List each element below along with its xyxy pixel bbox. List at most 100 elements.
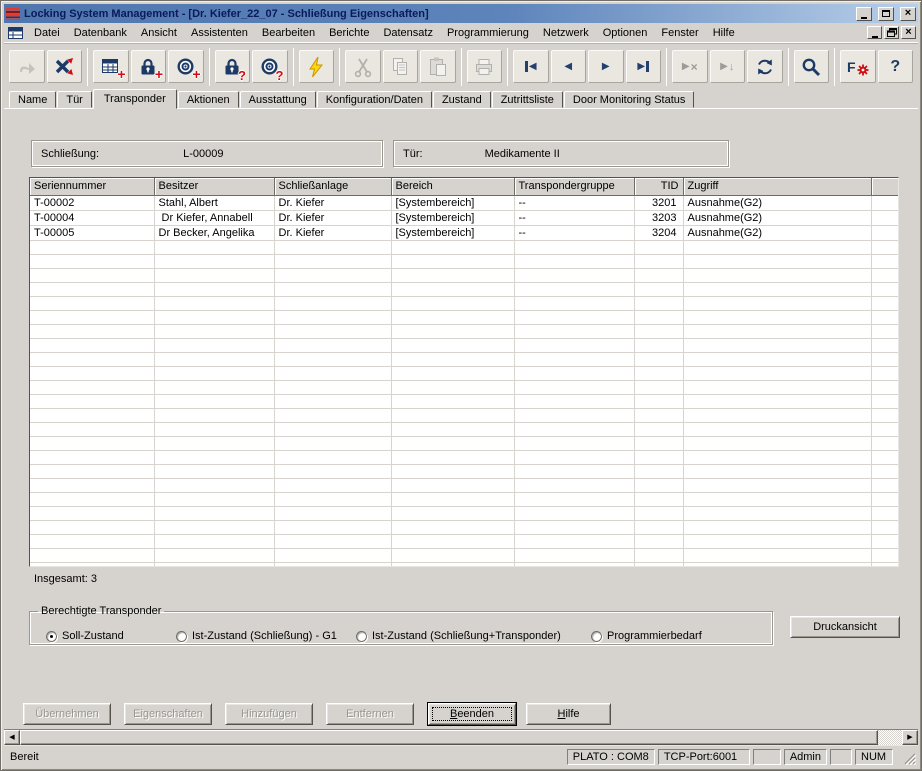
table-empty-row[interactable] bbox=[30, 450, 898, 464]
menu-assistenten[interactable]: Assistenten bbox=[184, 25, 255, 41]
table-cell[interactable] bbox=[30, 534, 154, 548]
table-empty-row[interactable] bbox=[30, 240, 898, 254]
table-cell[interactable]: Dr Kiefer, Annabell bbox=[154, 210, 274, 225]
table-empty-row[interactable] bbox=[30, 352, 898, 366]
table-cell[interactable] bbox=[683, 450, 871, 464]
table-cell[interactable] bbox=[634, 296, 683, 310]
table-cell[interactable]: Ausnahme(G2) bbox=[683, 225, 871, 240]
table-cell[interactable]: T-00002 bbox=[30, 195, 154, 210]
table-cell[interactable] bbox=[274, 352, 391, 366]
table-cell[interactable] bbox=[683, 422, 871, 436]
table-cell[interactable] bbox=[154, 282, 274, 296]
scrollbar-thumb[interactable] bbox=[20, 730, 878, 745]
toolbar-undo[interactable] bbox=[9, 50, 45, 83]
table-cell[interactable] bbox=[30, 562, 154, 567]
table-cell[interactable] bbox=[391, 254, 514, 268]
table-cell[interactable] bbox=[274, 408, 391, 422]
table-row[interactable]: T-00002Stahl, AlbertDr. Kiefer[Systember… bbox=[30, 195, 898, 210]
table-cell[interactable] bbox=[154, 422, 274, 436]
table-cell[interactable] bbox=[391, 338, 514, 352]
table-cell[interactable] bbox=[391, 296, 514, 310]
tab-transponder[interactable]: Transponder bbox=[93, 89, 177, 109]
table-cell[interactable]: [Systembereich] bbox=[391, 195, 514, 210]
table-cell[interactable] bbox=[683, 394, 871, 408]
toolbar-copy[interactable] bbox=[383, 50, 419, 83]
table-cell[interactable]: 3204 bbox=[634, 225, 683, 240]
col-zugriff[interactable]: Zugriff bbox=[683, 178, 871, 195]
toolbar-help[interactable]: ? bbox=[878, 50, 914, 83]
radio-ist-zustand-transponder[interactable]: Ist-Zustand (Schließung+Transponder) bbox=[356, 630, 561, 642]
table-cell[interactable] bbox=[871, 338, 898, 352]
table-cell[interactable] bbox=[634, 394, 683, 408]
tab-tuer[interactable]: Tür bbox=[57, 91, 92, 108]
table-cell[interactable] bbox=[274, 268, 391, 282]
table-cell[interactable] bbox=[154, 534, 274, 548]
toolbar-print[interactable] bbox=[467, 50, 503, 83]
table-cell[interactable] bbox=[30, 520, 154, 534]
scroll-left-button[interactable]: ◀ bbox=[4, 730, 20, 745]
table-cell[interactable] bbox=[391, 520, 514, 534]
table-cell[interactable] bbox=[514, 240, 634, 254]
table-cell[interactable] bbox=[683, 282, 871, 296]
table-empty-row[interactable] bbox=[30, 324, 898, 338]
table-empty-row[interactable] bbox=[30, 408, 898, 422]
table-cell[interactable] bbox=[274, 394, 391, 408]
col-schliessanlage[interactable]: Schließanlage bbox=[274, 178, 391, 195]
table-cell[interactable] bbox=[274, 450, 391, 464]
table-empty-row[interactable] bbox=[30, 282, 898, 296]
table-cell[interactable] bbox=[391, 478, 514, 492]
table-cell[interactable]: Dr Becker, Angelika bbox=[154, 225, 274, 240]
table-cell[interactable] bbox=[514, 352, 634, 366]
table-empty-row[interactable] bbox=[30, 436, 898, 450]
toolbar-prev-record[interactable]: ◀ bbox=[551, 50, 587, 83]
table-cell[interactable] bbox=[30, 352, 154, 366]
table-cell[interactable] bbox=[514, 436, 634, 450]
table-cell[interactable] bbox=[871, 352, 898, 366]
menu-datenbank[interactable]: Datenbank bbox=[67, 25, 134, 41]
table-cell[interactable] bbox=[391, 562, 514, 567]
table-cell[interactable] bbox=[154, 478, 274, 492]
table-cell[interactable]: [Systembereich] bbox=[391, 210, 514, 225]
table-cell[interactable] bbox=[154, 296, 274, 310]
table-cell[interactable] bbox=[514, 506, 634, 520]
table-cell[interactable] bbox=[391, 394, 514, 408]
table-cell[interactable] bbox=[514, 394, 634, 408]
table-cell[interactable] bbox=[634, 464, 683, 478]
table-cell[interactable] bbox=[683, 464, 871, 478]
table-cell[interactable] bbox=[514, 562, 634, 567]
table-empty-row[interactable] bbox=[30, 478, 898, 492]
table-cell[interactable] bbox=[514, 254, 634, 268]
radio-programmierbedarf[interactable]: Programmierbedarf bbox=[591, 630, 702, 642]
table-empty-row[interactable] bbox=[30, 268, 898, 282]
table-cell[interactable] bbox=[154, 464, 274, 478]
table-cell[interactable] bbox=[391, 492, 514, 506]
help-button[interactable]: Hilfe bbox=[526, 703, 611, 725]
table-cell[interactable] bbox=[871, 254, 898, 268]
table-cell[interactable] bbox=[871, 450, 898, 464]
toolbar-new-matrix[interactable]: + bbox=[93, 50, 129, 83]
table-cell[interactable] bbox=[274, 422, 391, 436]
col-bereich[interactable]: Bereich bbox=[391, 178, 514, 195]
menu-datensatz[interactable]: Datensatz bbox=[376, 25, 440, 41]
table-cell[interactable] bbox=[514, 380, 634, 394]
table-cell[interactable] bbox=[683, 352, 871, 366]
tab-konfiguration-daten[interactable]: Konfiguration/Daten bbox=[317, 91, 432, 108]
horizontal-scrollbar[interactable]: ◀ ▶ bbox=[4, 729, 918, 745]
table-cell[interactable] bbox=[634, 520, 683, 534]
menu-programmierung[interactable]: Programmierung bbox=[440, 25, 536, 41]
table-cell[interactable] bbox=[391, 464, 514, 478]
table-cell[interactable] bbox=[871, 548, 898, 562]
table-cell[interactable]: Ausnahme(G2) bbox=[683, 210, 871, 225]
table-cell[interactable] bbox=[391, 408, 514, 422]
menu-berichte[interactable]: Berichte bbox=[322, 25, 376, 41]
minimize-button[interactable] bbox=[856, 7, 872, 21]
table-cell[interactable]: Dr. Kiefer bbox=[274, 210, 391, 225]
table-cell[interactable] bbox=[30, 240, 154, 254]
table-cell[interactable] bbox=[683, 534, 871, 548]
table-cell[interactable] bbox=[154, 408, 274, 422]
radio-circle[interactable] bbox=[176, 631, 187, 642]
table-cell[interactable] bbox=[871, 240, 898, 254]
table-empty-row[interactable] bbox=[30, 338, 898, 352]
table-cell[interactable] bbox=[634, 366, 683, 380]
mdi-restore-button[interactable] bbox=[884, 26, 899, 39]
